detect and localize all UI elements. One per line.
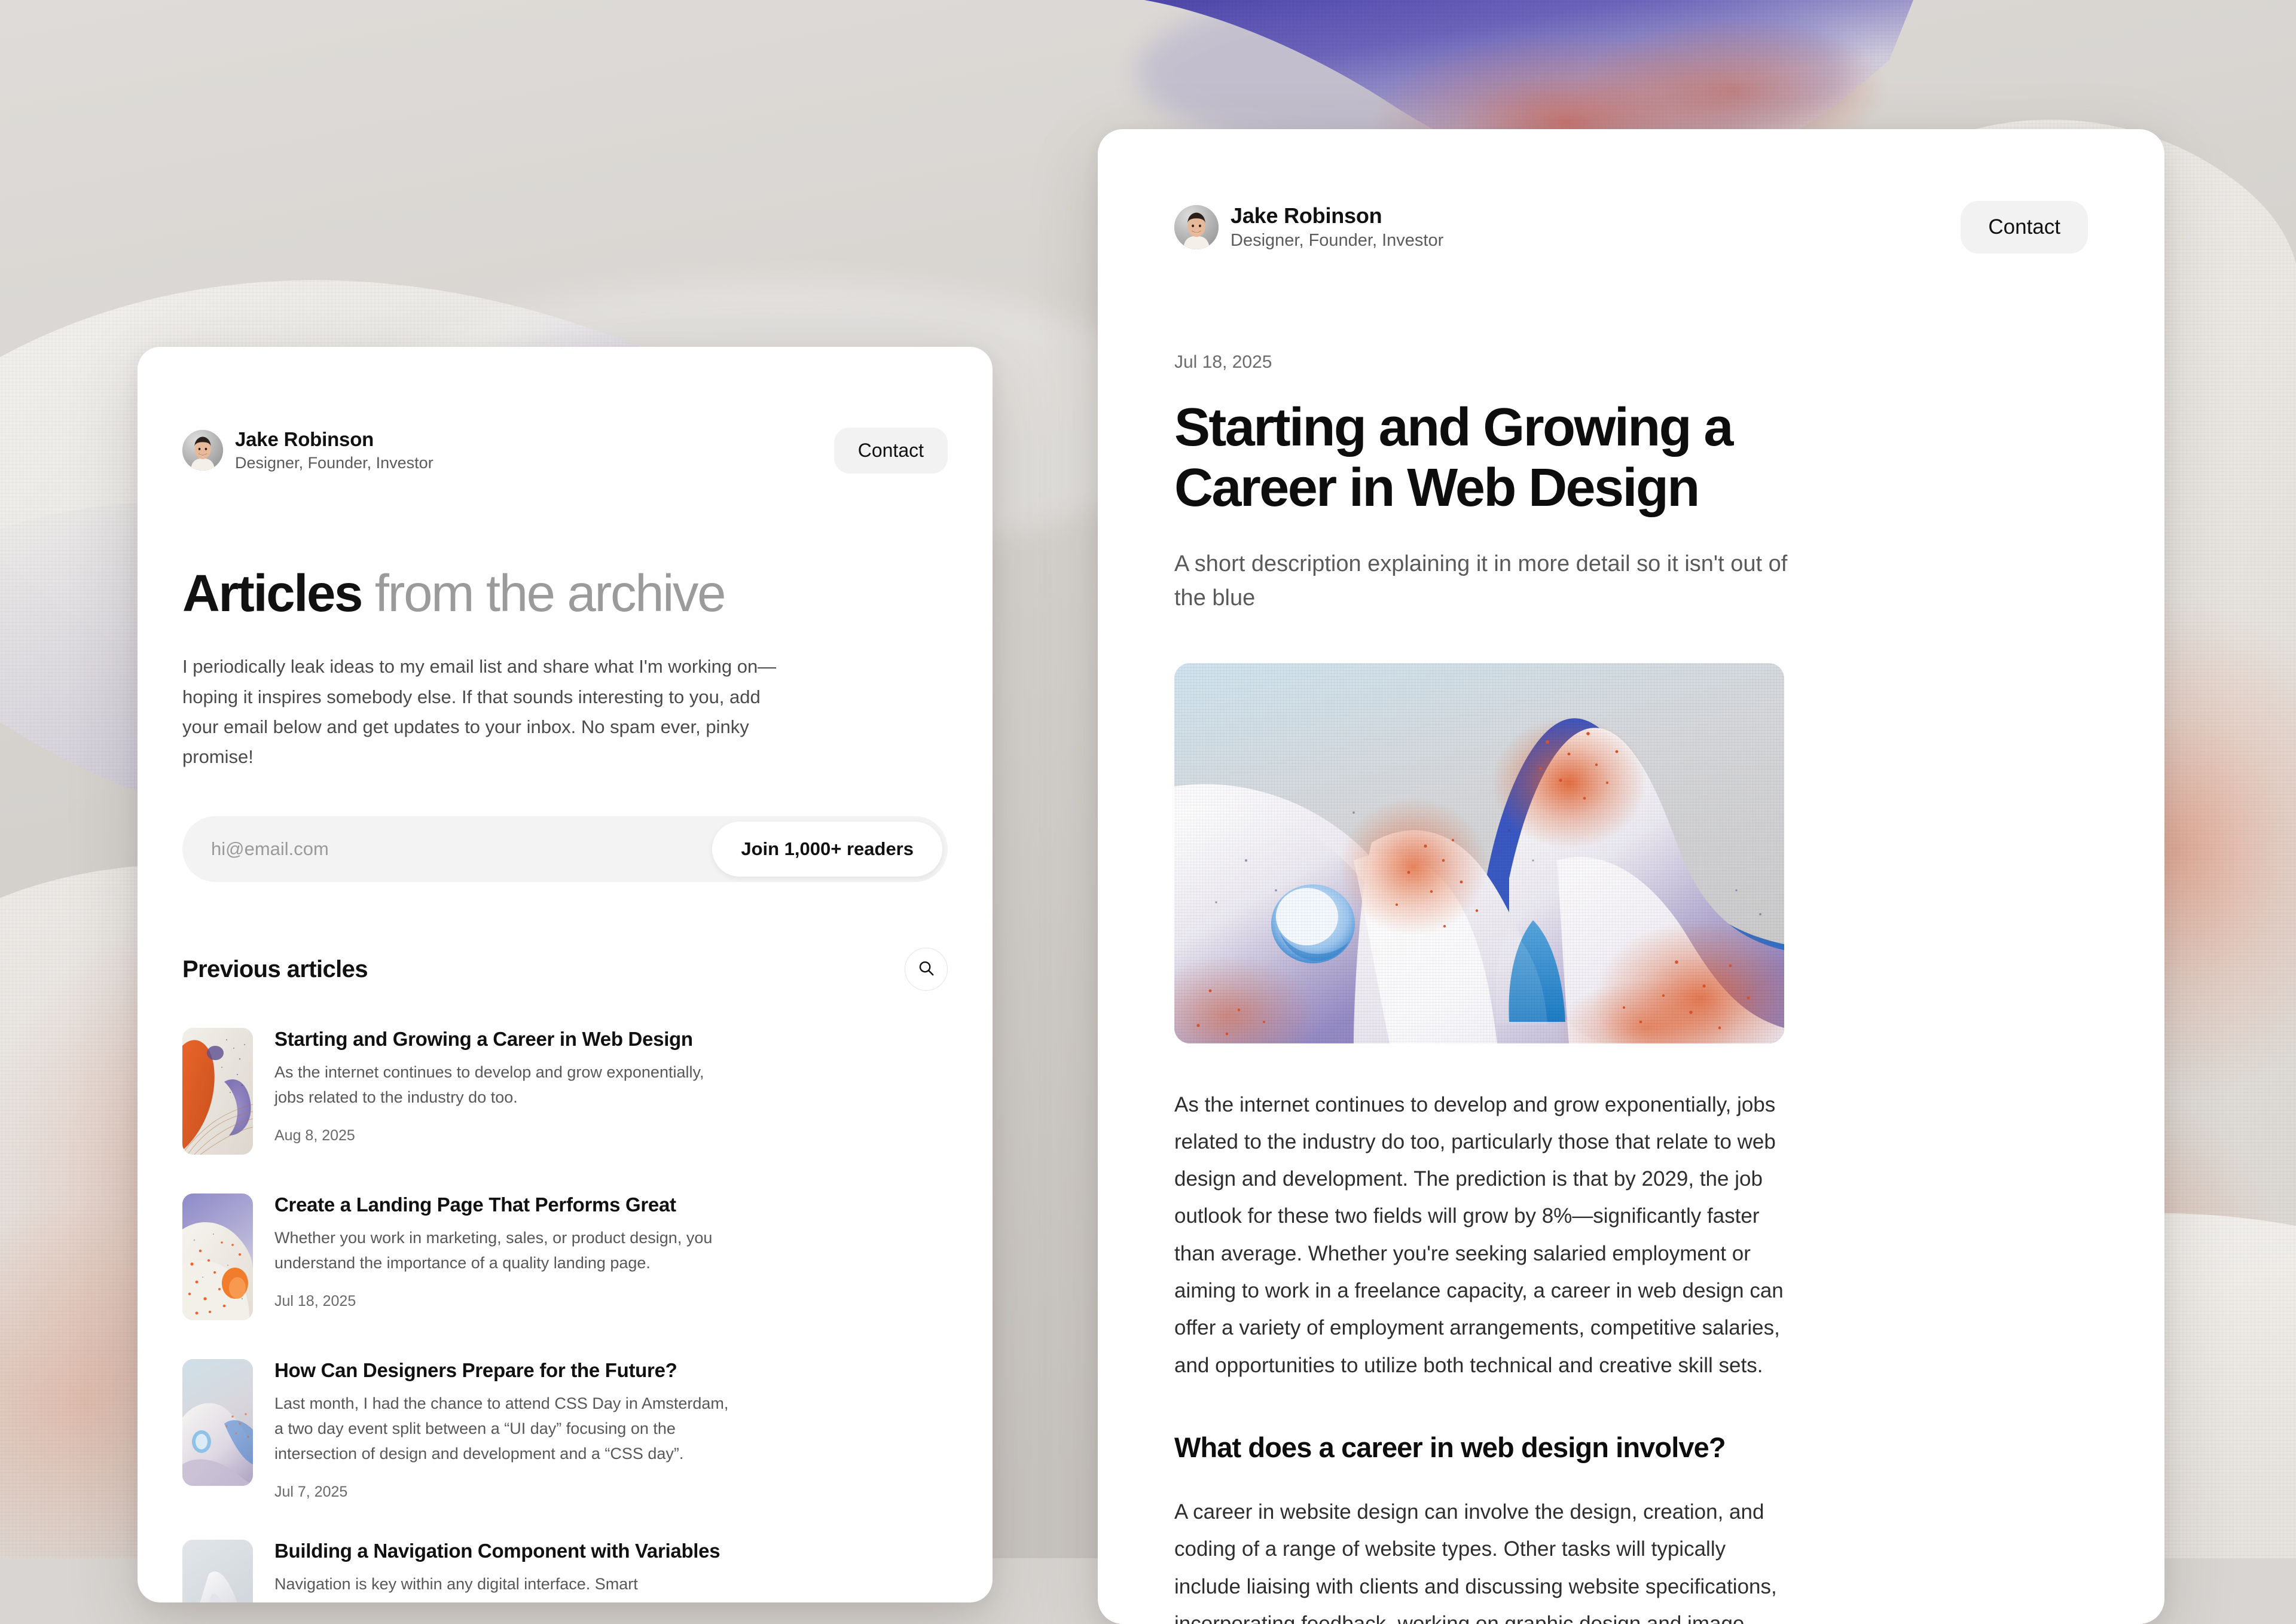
article-detail-card: Jake Robinson Designer, Founder, Investo… bbox=[1098, 129, 2164, 1624]
page-title-strong: Articles bbox=[182, 564, 362, 622]
list-item[interactable]: How Can Designers Prepare for the Future… bbox=[182, 1359, 948, 1501]
profile-name: Jake Robinson bbox=[235, 428, 433, 451]
article-thumbnail bbox=[182, 1540, 253, 1602]
profile-role: Designer, Founder, Investor bbox=[235, 453, 433, 472]
profile-name: Jake Robinson bbox=[1231, 203, 1443, 228]
article-title[interactable]: Building a Navigation Component with Var… bbox=[274, 1540, 948, 1562]
post-hero-image bbox=[1174, 663, 1784, 1043]
avatar bbox=[1174, 205, 1219, 249]
join-readers-button[interactable]: Join 1,000+ readers bbox=[712, 822, 942, 877]
contact-button[interactable]: Contact bbox=[834, 428, 948, 474]
newsletter-signup-form: Join 1,000+ readers bbox=[182, 816, 948, 882]
article-thumbnail bbox=[182, 1028, 253, 1155]
contact-button[interactable]: Contact bbox=[1961, 201, 2088, 254]
post-paragraph-2: A career in website design can involve t… bbox=[1174, 1494, 1790, 1624]
list-item[interactable]: Create a Landing Page That Performs Grea… bbox=[182, 1193, 948, 1320]
list-item[interactable]: Starting and Growing a Career in Web Des… bbox=[182, 1028, 948, 1155]
intro-paragraph: I periodically leak ideas to my email li… bbox=[182, 652, 798, 772]
article-title[interactable]: How Can Designers Prepare for the Future… bbox=[274, 1359, 948, 1382]
article-description: Navigation is key within any digital int… bbox=[274, 1572, 729, 1602]
post-paragraph-1: As the internet continues to develop and… bbox=[1174, 1086, 1790, 1384]
search-button[interactable] bbox=[905, 948, 948, 991]
article-description: As the internet continues to develop and… bbox=[274, 1060, 729, 1110]
article-title[interactable]: Starting and Growing a Career in Web Des… bbox=[274, 1028, 948, 1051]
search-icon bbox=[917, 959, 935, 980]
profile-block: Jake Robinson Designer, Founder, Investo… bbox=[182, 428, 433, 472]
page-title-muted: from the archive bbox=[375, 564, 725, 622]
post-title: Starting and Growing a Career in Web Des… bbox=[1174, 398, 1772, 518]
page-title: Articles from the archive bbox=[182, 566, 948, 621]
post-section-heading: What does a career in web design involve… bbox=[1174, 1431, 2088, 1464]
post-date: Jul 18, 2025 bbox=[1174, 352, 2088, 373]
article-date: Jul 18, 2025 bbox=[274, 1293, 948, 1310]
avatar bbox=[182, 430, 223, 471]
email-input[interactable] bbox=[211, 838, 712, 860]
article-list: Starting and Growing a Career in Web Des… bbox=[182, 1028, 948, 1602]
article-thumbnail bbox=[182, 1193, 253, 1320]
article-header: Jake Robinson Designer, Founder, Investo… bbox=[1174, 129, 2088, 254]
article-title[interactable]: Create a Landing Page That Performs Grea… bbox=[274, 1193, 948, 1216]
previous-articles-header: Previous articles bbox=[182, 948, 948, 991]
post-subtitle: A short description explaining it in mor… bbox=[1174, 547, 1790, 615]
profile-role: Designer, Founder, Investor bbox=[1231, 230, 1443, 251]
profile-block: Jake Robinson Designer, Founder, Investo… bbox=[1174, 203, 1443, 251]
article-date: Aug 8, 2025 bbox=[274, 1127, 948, 1144]
previous-articles-heading: Previous articles bbox=[182, 956, 368, 983]
article-description: Last month, I had the chance to attend C… bbox=[274, 1391, 729, 1467]
archive-header: Jake Robinson Designer, Founder, Investo… bbox=[182, 347, 948, 474]
article-description: Whether you work in marketing, sales, or… bbox=[274, 1226, 729, 1276]
list-item[interactable]: Building a Navigation Component with Var… bbox=[182, 1540, 948, 1602]
article-date: Jul 7, 2025 bbox=[274, 1483, 948, 1501]
archive-page-card: Jake Robinson Designer, Founder, Investo… bbox=[138, 347, 993, 1602]
article-thumbnail bbox=[182, 1359, 253, 1486]
